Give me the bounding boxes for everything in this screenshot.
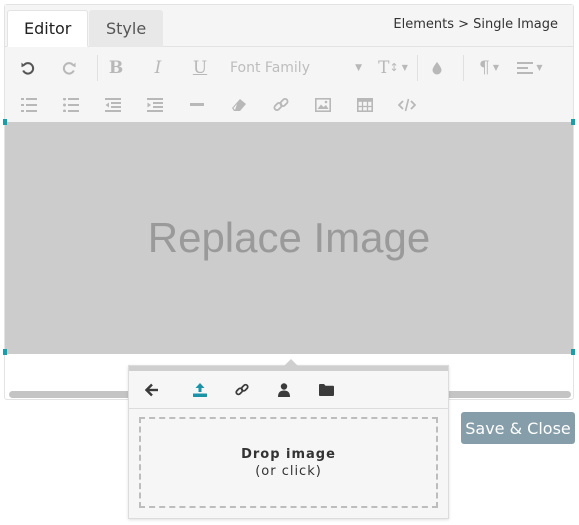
chevron-down-icon: ▼: [536, 63, 543, 72]
font-family-label: Font Family: [230, 59, 310, 76]
toolbar-row-2: [5, 86, 573, 123]
chevron-down-icon: ▼: [492, 63, 499, 72]
save-close-button[interactable]: Save & Close: [461, 412, 575, 444]
image-insert-popup: Drop image (or click): [128, 359, 449, 519]
popup-toolbar: [129, 371, 448, 409]
underline-icon[interactable]: U: [184, 49, 216, 86]
toolbar-separator: [417, 55, 418, 81]
toolbar-row-1: B I U Font Family ▼ T ↕ ▼ ¶ ▼ ▼: [5, 49, 573, 86]
drop-zone-title: Drop image: [241, 446, 336, 462]
image-placeholder[interactable]: Replace Image: [5, 122, 573, 354]
placeholder-text: Replace Image: [147, 214, 431, 261]
bold-glyph: B: [108, 57, 124, 78]
indent-icon[interactable]: [139, 86, 171, 123]
user-icon[interactable]: [263, 371, 305, 408]
drop-zone-subtitle: (or click): [255, 463, 322, 479]
unordered-list-icon[interactable]: [55, 86, 87, 123]
url-link-icon[interactable]: [221, 371, 263, 408]
code-view-icon[interactable]: [391, 86, 423, 123]
italic-icon[interactable]: I: [142, 49, 174, 86]
redo-icon[interactable]: [53, 49, 85, 86]
paragraph-glyph: ¶: [479, 57, 490, 78]
underline-glyph: U: [192, 57, 208, 78]
chevron-down-icon: ▼: [401, 63, 408, 72]
toolbar-separator: [97, 55, 98, 81]
image-icon[interactable]: [307, 86, 339, 123]
tab-bar: Editor Style Elements > Single Image: [5, 5, 573, 47]
paragraph-format-icon[interactable]: ¶ ▼: [471, 49, 507, 86]
link-icon[interactable]: [265, 86, 297, 123]
undo-icon[interactable]: [12, 49, 44, 86]
outdent-icon[interactable]: [97, 86, 129, 123]
resize-handle-bottom-right[interactable]: [571, 349, 575, 355]
ordered-list-icon[interactable]: [13, 86, 45, 123]
folder-icon[interactable]: [305, 371, 347, 408]
align-icon[interactable]: ▼: [512, 49, 548, 86]
upload-icon[interactable]: [179, 371, 221, 408]
font-size-arrows-icon: ↕: [389, 61, 399, 74]
clear-formatting-icon[interactable]: [223, 86, 255, 123]
tab-style[interactable]: Style: [89, 10, 164, 47]
bold-icon[interactable]: B: [100, 49, 132, 86]
formatting-toolbar: B I U Font Family ▼ T ↕ ▼ ¶ ▼ ▼: [5, 47, 573, 122]
font-size-icon[interactable]: T ↕ ▼: [375, 49, 411, 86]
back-icon[interactable]: [131, 371, 173, 408]
tab-editor[interactable]: Editor: [7, 10, 89, 47]
resize-handle-bottom-left[interactable]: [3, 349, 7, 355]
popup-arrow: [284, 359, 298, 366]
image-drop-zone[interactable]: Drop image (or click): [139, 417, 438, 508]
breadcrumb: Elements > Single Image: [393, 17, 558, 32]
horizontal-line-icon[interactable]: [181, 86, 213, 123]
editor-panel: Editor Style Elements > Single Image B I…: [4, 4, 574, 400]
text-color-icon[interactable]: [421, 49, 453, 86]
italic-glyph: I: [154, 57, 162, 78]
resize-handle-top-right[interactable]: [571, 119, 575, 125]
toolbar-separator: [463, 55, 464, 81]
table-icon[interactable]: [349, 86, 381, 123]
resize-handle-top-left[interactable]: [3, 119, 7, 125]
font-family-select[interactable]: Font Family ▼: [230, 49, 362, 86]
chevron-down-icon: ▼: [355, 62, 362, 73]
font-size-glyph: T: [378, 57, 390, 78]
